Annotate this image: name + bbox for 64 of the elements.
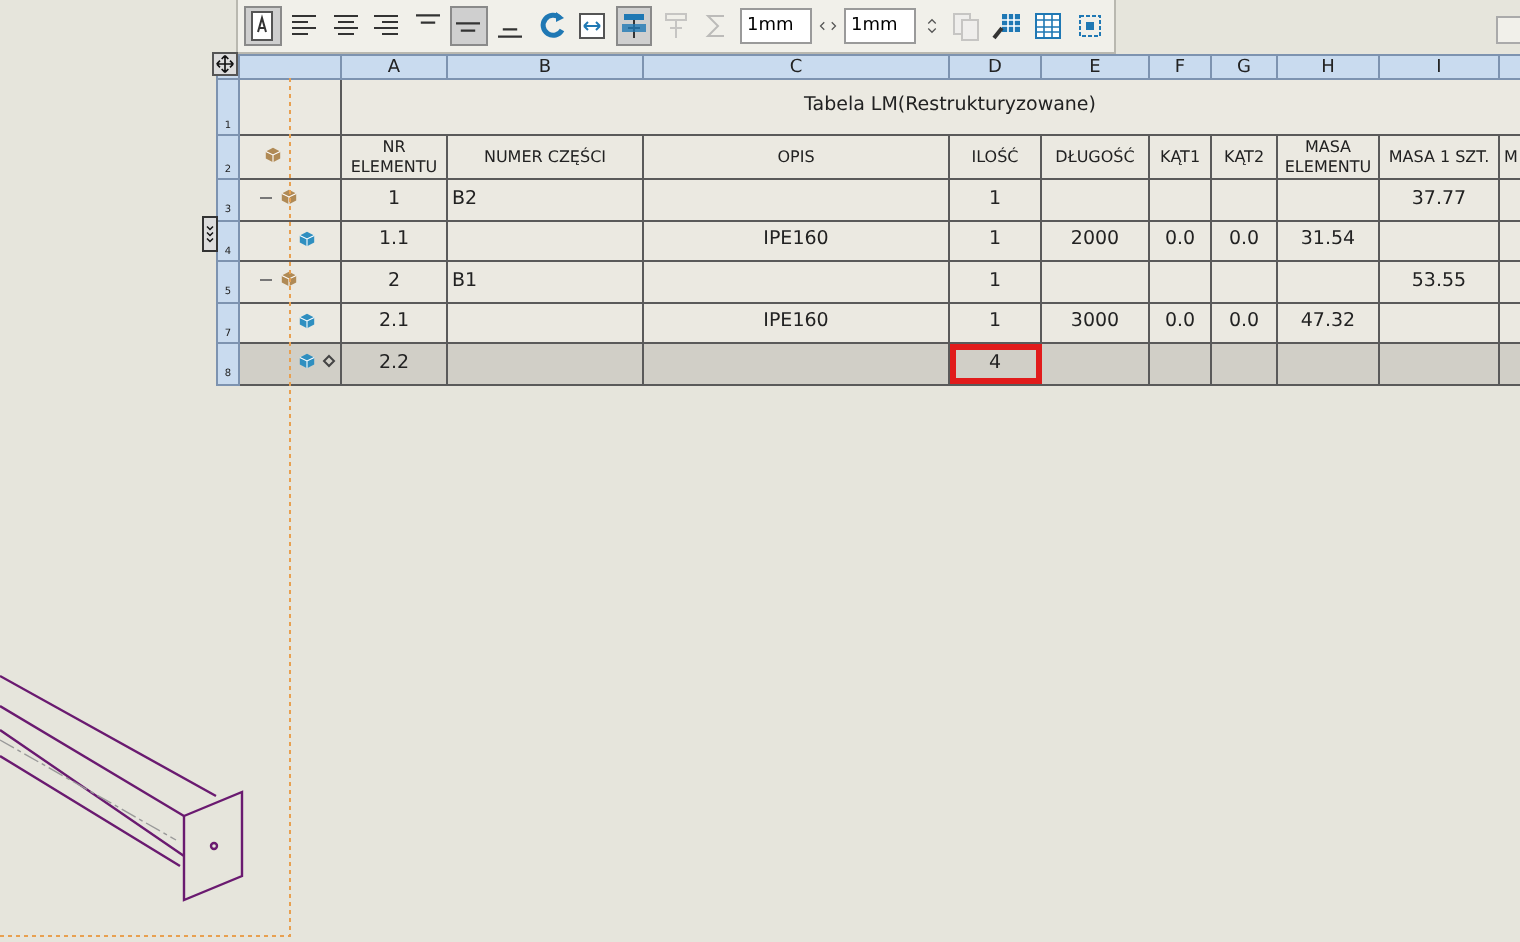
table-cell: IPE160 (643, 302, 949, 343)
collapse-icon[interactable] (260, 274, 272, 287)
table-cell: 0.0 (1211, 302, 1277, 343)
column-header: ILOŚĆ (949, 135, 1041, 179)
header-bottom-icon (659, 10, 692, 42)
align-middle-icon (456, 21, 481, 31)
column-letter[interactable]: F (1149, 55, 1211, 79)
table-cell: 53.55 (1379, 261, 1499, 302)
column-header: OPIS (643, 135, 949, 179)
handle-icon[interactable] (202, 216, 218, 252)
table-cell: 2000 (1041, 220, 1149, 261)
column-letter[interactable]: E (1041, 55, 1149, 79)
align-top-icon (415, 14, 440, 24)
column-letter[interactable]: C (643, 55, 949, 79)
column-letter[interactable]: I (1379, 55, 1499, 79)
column-header: KĄT2 (1211, 135, 1277, 179)
copy-icon (949, 10, 982, 42)
table-cell: 1 (341, 179, 447, 220)
column-letter[interactable]: B (447, 55, 643, 79)
column-header: NUMER CZĘŚCI (447, 135, 643, 179)
table-cell: 1.1 (341, 220, 447, 261)
table-properties-icon (990, 10, 1023, 42)
table-cell: 0.0 (1211, 220, 1277, 261)
table-title: Tabela LM(Restrukturyzowane) (341, 79, 1520, 135)
table-cell: 31.54 (1277, 220, 1379, 261)
align-middle-button[interactable] (450, 6, 488, 46)
move-icon[interactable] (212, 52, 238, 76)
table-cell: 2 (341, 261, 447, 302)
table-cell: 0.0 (1149, 302, 1211, 343)
table-cell: IPE160 (643, 220, 949, 261)
column-letter[interactable]: D (949, 55, 1041, 79)
table-cell: B2 (447, 179, 643, 220)
column-letter[interactable]: A (341, 55, 447, 79)
column-letter[interactable]: G (1211, 55, 1277, 79)
table-cell: 2.2 (341, 343, 447, 384)
table-cell: 1 (949, 261, 1041, 302)
size-field[interactable]: 1mm (843, 8, 915, 44)
table-cell: 37.77 (1379, 179, 1499, 220)
table-cell: 0.0 (1149, 220, 1211, 261)
table-cell: 3000 (1041, 302, 1149, 343)
align-bottom-icon (498, 28, 523, 38)
select-icon (1073, 10, 1106, 42)
header-top-icon (617, 10, 650, 42)
size-field[interactable]: 1mm (739, 8, 811, 44)
rotate-icon (535, 10, 568, 42)
table-icon (1032, 10, 1065, 42)
collapse-icon[interactable] (260, 192, 272, 205)
column-header: NR ELEMENTU (341, 135, 447, 179)
table-cell: 1 (949, 179, 1041, 220)
header-top-button[interactable] (615, 6, 653, 46)
table-cell: B1 (447, 261, 643, 302)
table-cell: 47.32 (1277, 302, 1379, 343)
text-frame-icon (246, 10, 279, 42)
table-cell: 2.1 (341, 302, 447, 343)
column-header: MASA ELEMENTU (1277, 135, 1379, 179)
text-frame-button[interactable] (244, 6, 282, 46)
table-cell: 1 (949, 220, 1041, 261)
column-fit-icon (576, 10, 609, 42)
highlighted-cell: 4 (949, 343, 1041, 384)
column-letter[interactable]: H (1277, 55, 1379, 79)
table-cell: 1 (949, 302, 1041, 343)
column-header: KĄT1 (1149, 135, 1211, 179)
column-header: DŁUGOŚĆ (1041, 135, 1149, 179)
column-header: MASA 1 SZT. (1379, 135, 1499, 179)
